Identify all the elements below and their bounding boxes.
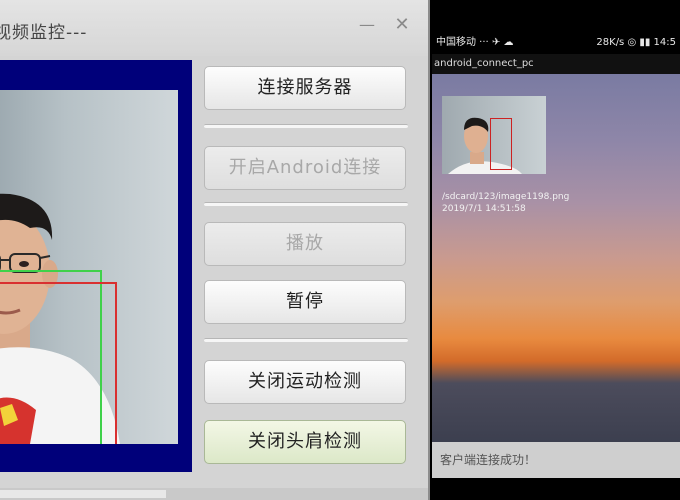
separator (204, 124, 408, 128)
close-motion-detection-button[interactable]: 关闭运动检测 (204, 360, 406, 404)
app-title-bar: android_connect_pc (432, 54, 680, 74)
close-icon[interactable]: ✕ (391, 14, 413, 36)
status-bar: 中国移动 ··· ✈ ☁ 28K/s ◎ ▮▮ 14:5 (432, 34, 680, 52)
connection-status-message: 客户端连接成功！ (432, 442, 680, 478)
connect-server-button[interactable]: 连接服务器 (204, 66, 406, 110)
video-monitor-window: 视频监控--- — ✕ 连接服务器 开启Android连接 播放 暂停 关闭运动… (0, 0, 430, 500)
phone-screen: 中国移动 ··· ✈ ☁ 28K/s ◎ ▮▮ 14:5 android_con… (432, 0, 680, 500)
video-feed (0, 90, 178, 444)
app-title: android_connect_pc (434, 58, 534, 69)
sunset-background: /sdcard/123/image1198.png 2019/7/1 14:51… (432, 74, 680, 442)
status-carrier: 中国移动 ··· ✈ ☁ (436, 37, 514, 48)
title-bar[interactable]: 视频监控--- — ✕ (0, 0, 428, 56)
separator (204, 202, 408, 206)
close-head-shoulder-detection-button[interactable]: 关闭头肩检测 (204, 420, 406, 464)
open-android-connection-button[interactable]: 开启Android连接 (204, 146, 406, 190)
status-indicators: 28K/s ◎ ▮▮ 14:5 (596, 37, 676, 48)
minimize-icon[interactable]: — (356, 14, 378, 36)
play-button[interactable]: 播放 (204, 222, 406, 266)
horizontal-scrollbar[interactable] (0, 488, 428, 500)
image-file-path: /sdcard/123/image1198.png (442, 192, 570, 202)
scrollbar-thumb[interactable] (0, 490, 166, 498)
captured-image-thumbnail[interactable] (442, 96, 546, 174)
head-shoulder-detection-box (0, 282, 117, 444)
thumbnail-detection-box (490, 118, 512, 170)
pause-button[interactable]: 暂停 (204, 280, 406, 324)
separator (204, 338, 408, 342)
window-title: 视频监控--- (0, 23, 88, 43)
image-timestamp: 2019/7/1 14:51:58 (442, 204, 526, 214)
